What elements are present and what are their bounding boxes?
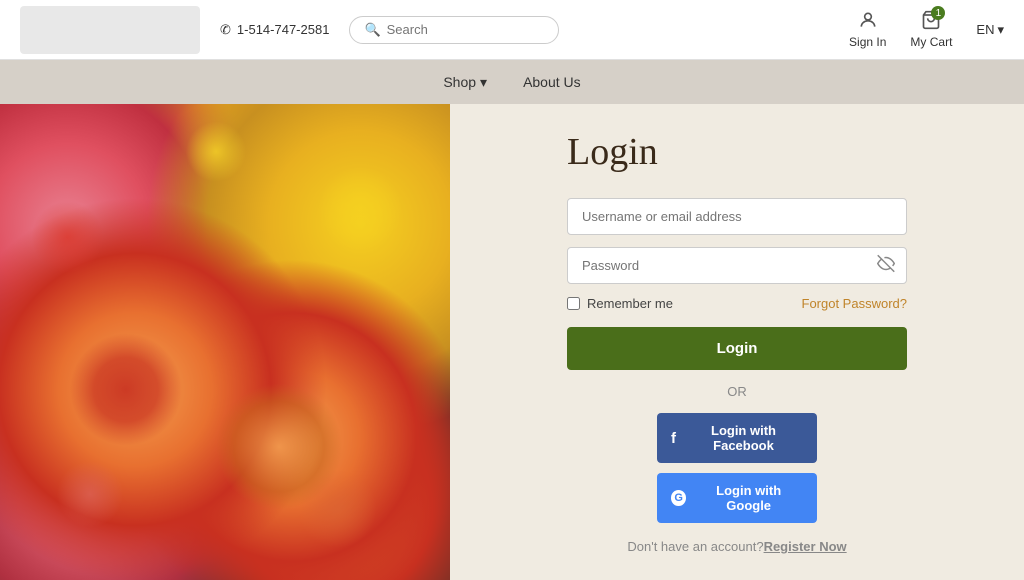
password-input[interactable]: [567, 247, 907, 284]
password-wrapper: [567, 247, 907, 284]
search-bar[interactable]: 🔍: [349, 16, 559, 44]
login-title: Login: [567, 130, 907, 174]
sign-in-button[interactable]: Sign In: [849, 10, 886, 49]
toggle-password-icon[interactable]: [877, 254, 895, 277]
register-link[interactable]: Register Now: [764, 539, 847, 554]
social-row: f Login with Facebook G Login with Googl…: [567, 413, 907, 523]
google-login-button[interactable]: G Login with Google: [657, 473, 817, 523]
register-text: Don't have an account?Register Now: [567, 539, 907, 554]
search-input[interactable]: [387, 22, 547, 37]
search-icon: 🔍: [364, 22, 380, 38]
username-input[interactable]: [567, 198, 907, 235]
header: ✆ 1-514-747-2581 🔍 Sign In 1 My Cart EN …: [0, 0, 1024, 60]
remember-me-label[interactable]: Remember me: [567, 296, 673, 311]
or-divider: OR: [567, 384, 907, 399]
cart-button[interactable]: 1 My Cart: [910, 10, 952, 49]
chevron-down-icon: ▾: [997, 22, 1004, 38]
login-panel: Login Remember me Forgot Password?: [450, 104, 1024, 580]
cart-badge-count: 1: [931, 6, 945, 20]
header-right: Sign In 1 My Cart EN ▾: [849, 10, 1004, 49]
remember-row: Remember me Forgot Password?: [567, 296, 907, 311]
cart-icon: 1: [921, 10, 941, 33]
facebook-login-button[interactable]: f Login with Facebook: [657, 413, 817, 463]
roses-background: [0, 104, 450, 580]
header-left: ✆ 1-514-747-2581 🔍: [20, 6, 559, 54]
login-button[interactable]: Login: [567, 327, 907, 370]
nav-bar: Shop ▾ About Us: [0, 60, 1024, 104]
facebook-icon: f: [671, 430, 676, 447]
nav-about[interactable]: About Us: [523, 74, 581, 90]
phone-number: ✆ 1-514-747-2581: [220, 22, 329, 38]
remember-me-checkbox[interactable]: [567, 297, 580, 310]
google-icon: G: [671, 490, 686, 506]
logo: [20, 6, 200, 54]
main-content: Login Remember me Forgot Password?: [0, 104, 1024, 580]
phone-icon: ✆: [220, 22, 231, 38]
language-selector[interactable]: EN ▾: [976, 22, 1004, 38]
chevron-down-icon: ▾: [480, 74, 487, 91]
forgot-password-link[interactable]: Forgot Password?: [802, 296, 908, 311]
user-icon: [858, 10, 878, 33]
nav-shop[interactable]: Shop ▾: [443, 74, 487, 91]
hero-image: [0, 104, 450, 580]
login-box: Login Remember me Forgot Password?: [567, 130, 907, 554]
roses-overlay: [0, 104, 450, 580]
